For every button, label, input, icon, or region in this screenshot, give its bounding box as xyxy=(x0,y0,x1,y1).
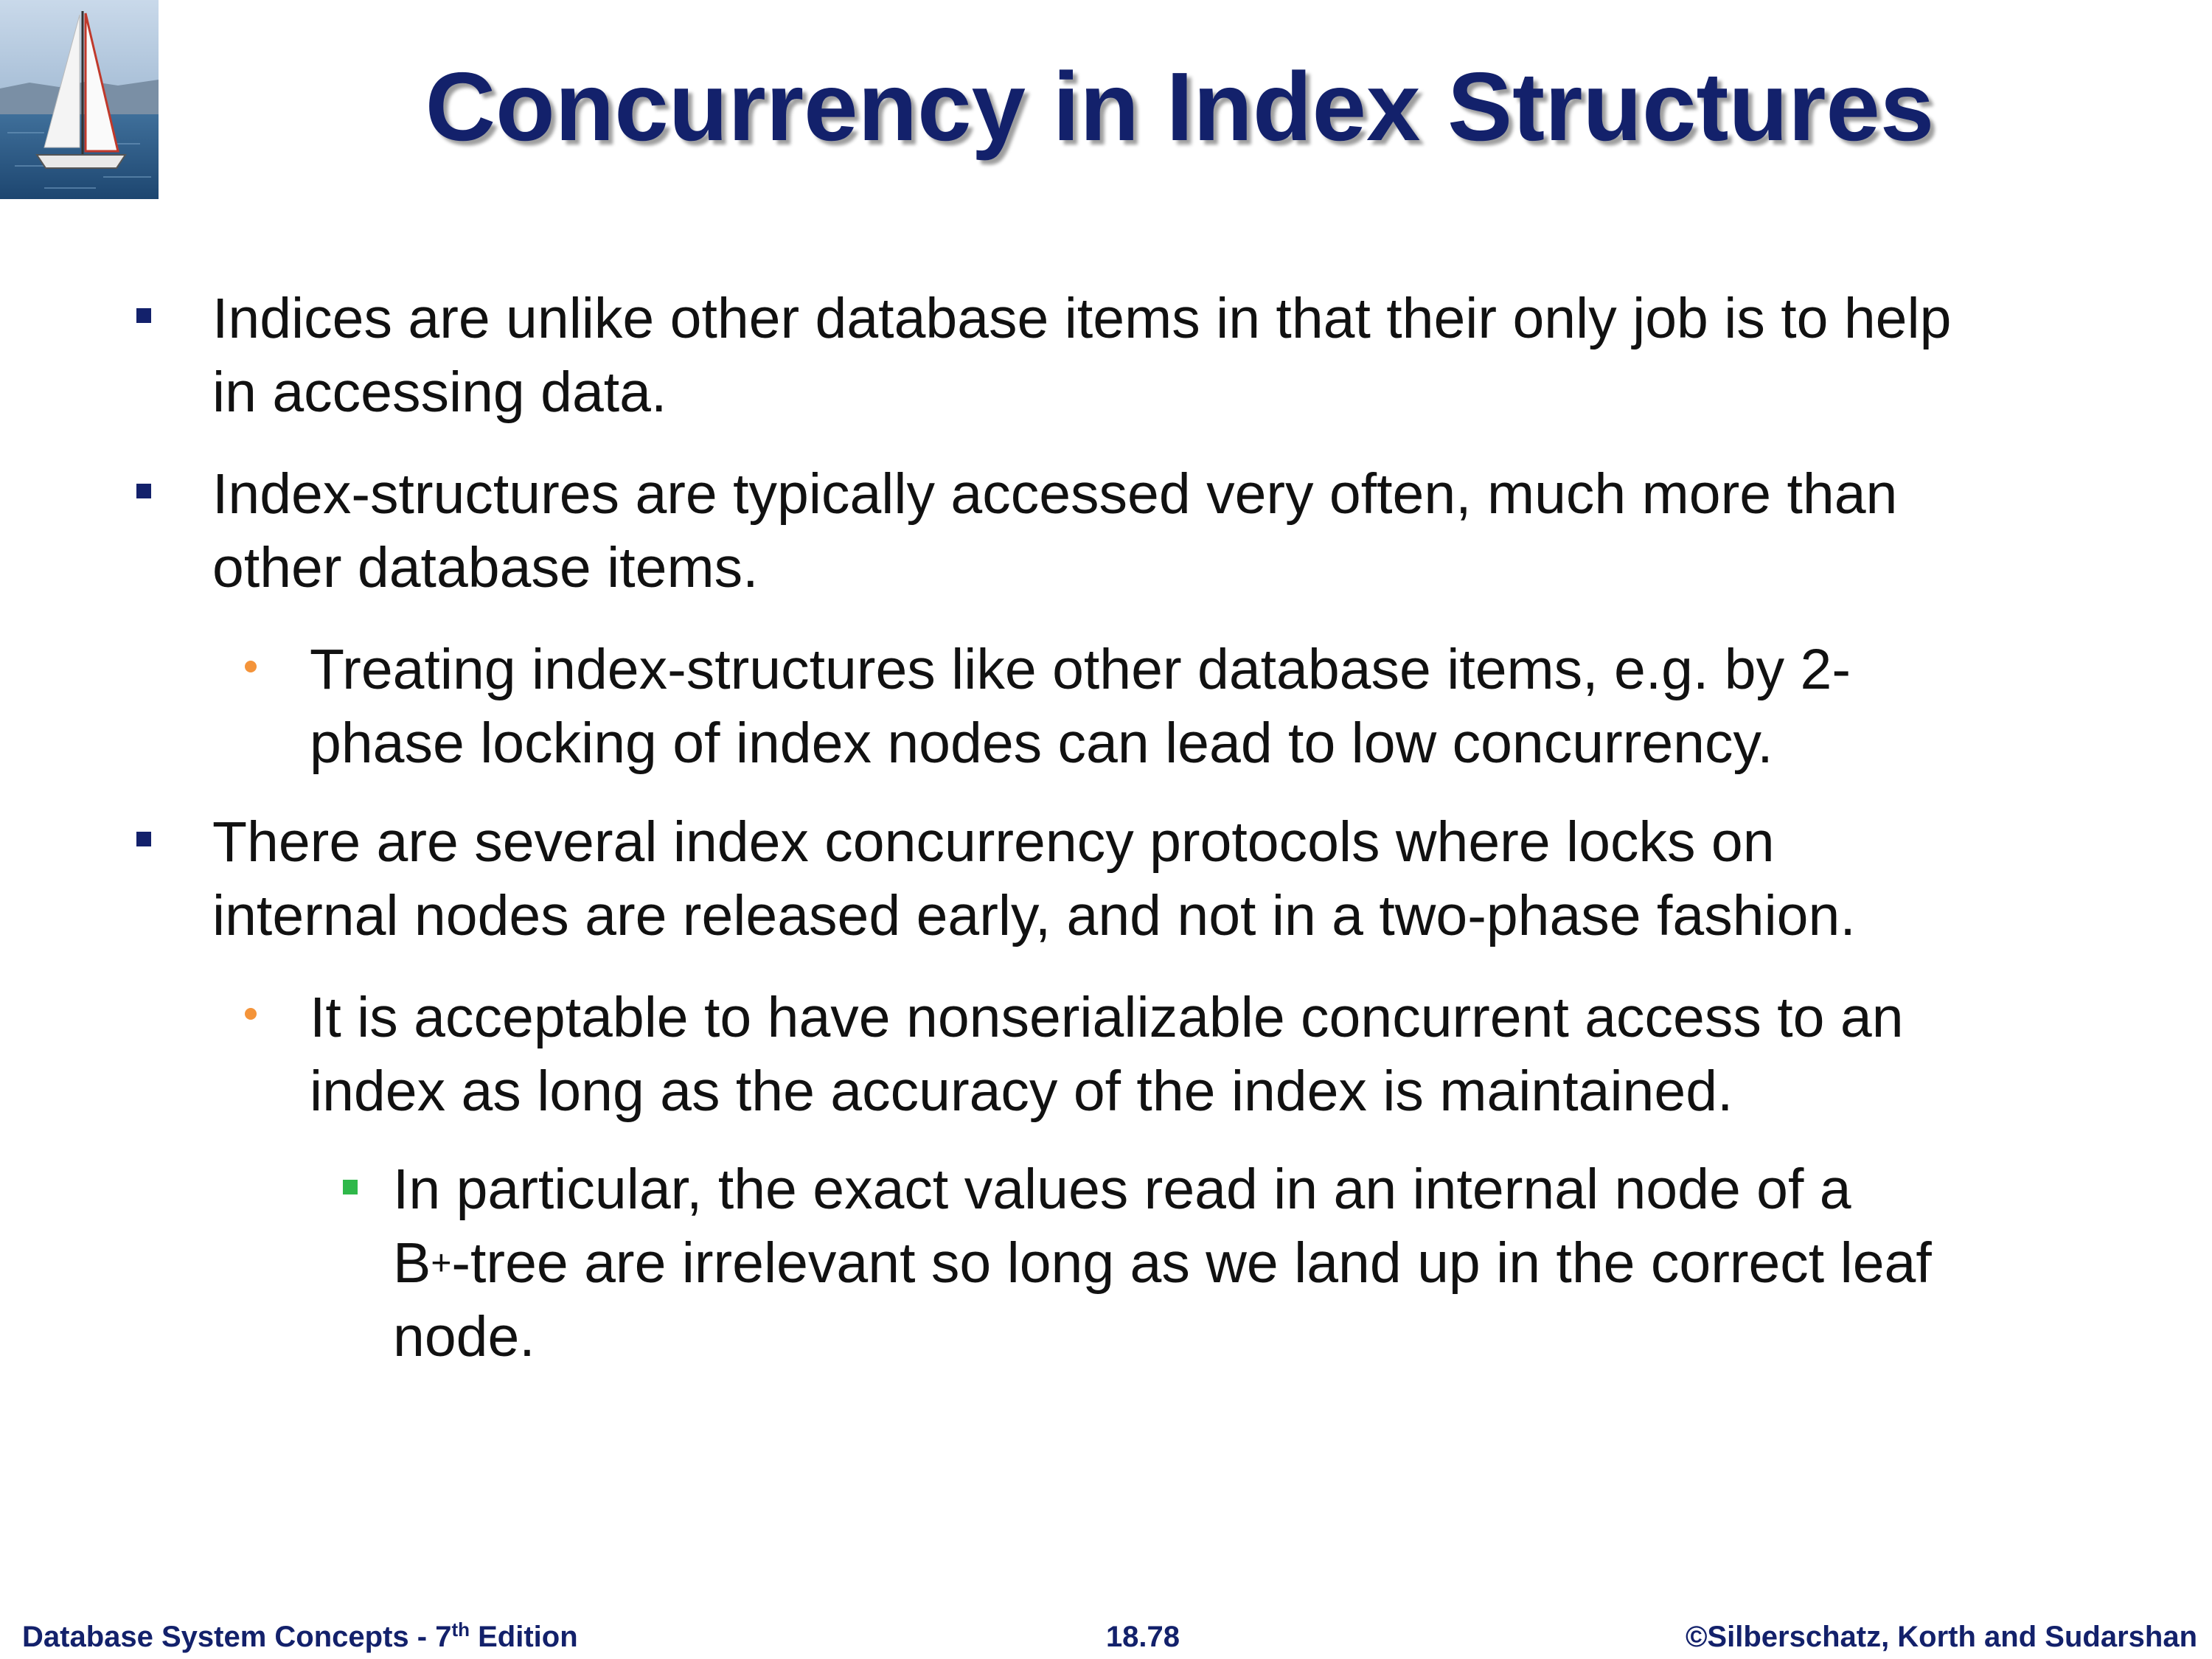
bullet-line: Indices are unlike other database items … xyxy=(212,287,1952,350)
bullet-line: node. xyxy=(393,1305,535,1368)
bullet-line: other database items. xyxy=(212,536,759,599)
square-bullet-icon xyxy=(343,1180,358,1194)
square-bullet-icon xyxy=(136,832,151,846)
bullet-item: Index-structures are typically accessed … xyxy=(212,457,2188,605)
page-number: 18.78 xyxy=(1105,1621,1180,1653)
footer-copyright: ©Silberschatz, Korth and Sudarshan xyxy=(1685,1621,2197,1653)
footer-text: Edition xyxy=(470,1621,578,1653)
bullet-item: Indices are unlike other database items … xyxy=(212,282,2188,429)
bullet-line: index as long as the accuracy of the ind… xyxy=(310,1060,1733,1123)
bullet-item: Treating index-structures like other dat… xyxy=(310,633,2190,780)
bullet-item: There are several index concurrency prot… xyxy=(212,805,2188,953)
bullet-line: internal nodes are released early, and n… xyxy=(212,884,1856,947)
square-bullet-icon xyxy=(136,308,151,323)
square-bullet-icon xyxy=(136,484,151,498)
dot-bullet-icon xyxy=(245,1008,257,1020)
superscript: + xyxy=(431,1244,452,1283)
footer-left: Database System Concepts - 7th Edition xyxy=(22,1615,833,1659)
bullet-line: Treating index-structures like other dat… xyxy=(310,638,1851,701)
bullet-line: phase locking of index nodes can lead to… xyxy=(310,712,1773,775)
bullet-line: B+-tree are irrelevant so long as we lan… xyxy=(393,1226,2192,1300)
bullet-text: B xyxy=(393,1231,431,1295)
slide-body: Indices are unlike other database items … xyxy=(0,0,2212,1659)
bullet-line: in accessing data. xyxy=(212,361,667,424)
bullet-item: In particular, the exact values read in … xyxy=(393,1152,2192,1374)
dot-bullet-icon xyxy=(245,661,257,672)
superscript: th xyxy=(451,1618,470,1641)
bullet-item: It is acceptable to have nonserializable… xyxy=(310,981,2190,1128)
bullet-text: -tree are irrelevant so long as we land … xyxy=(451,1231,1932,1295)
bullet-line: In particular, the exact values read in … xyxy=(393,1158,1851,1221)
bullet-line: There are several index concurrency prot… xyxy=(212,810,1775,874)
footer-text: Database System Concepts - 7 xyxy=(22,1621,452,1653)
bullet-line: It is acceptable to have nonserializable… xyxy=(310,986,1904,1049)
bullet-line: Index-structures are typically accessed … xyxy=(212,462,1898,526)
